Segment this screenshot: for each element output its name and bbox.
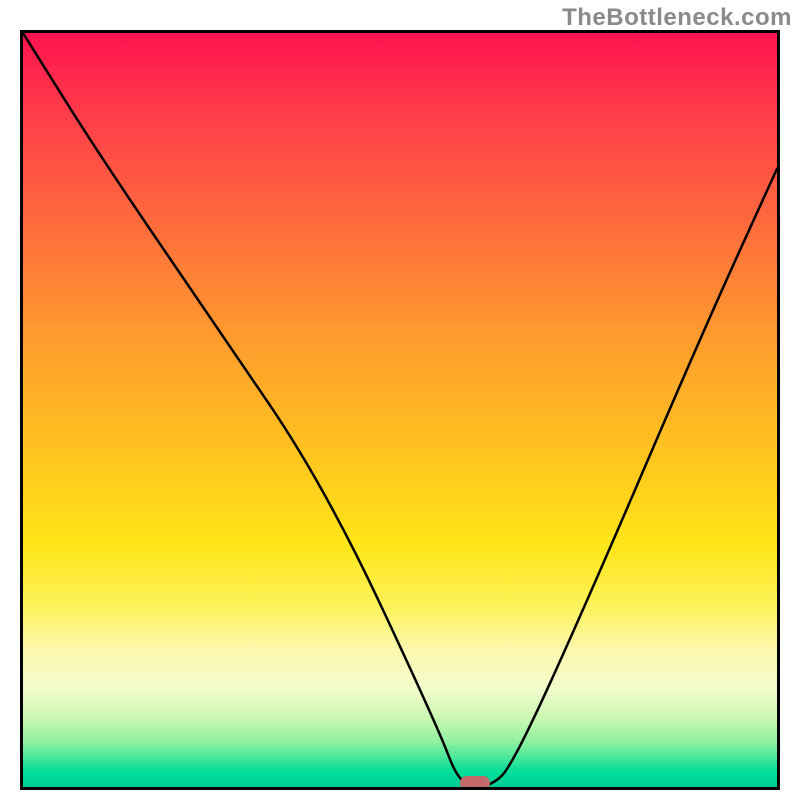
plot-frame <box>20 30 780 790</box>
bottleneck-curve <box>23 33 777 787</box>
watermark-text: TheBottleneck.com <box>562 4 792 32</box>
optimal-marker <box>460 776 490 790</box>
chart-container: TheBottleneck.com <box>0 0 800 800</box>
